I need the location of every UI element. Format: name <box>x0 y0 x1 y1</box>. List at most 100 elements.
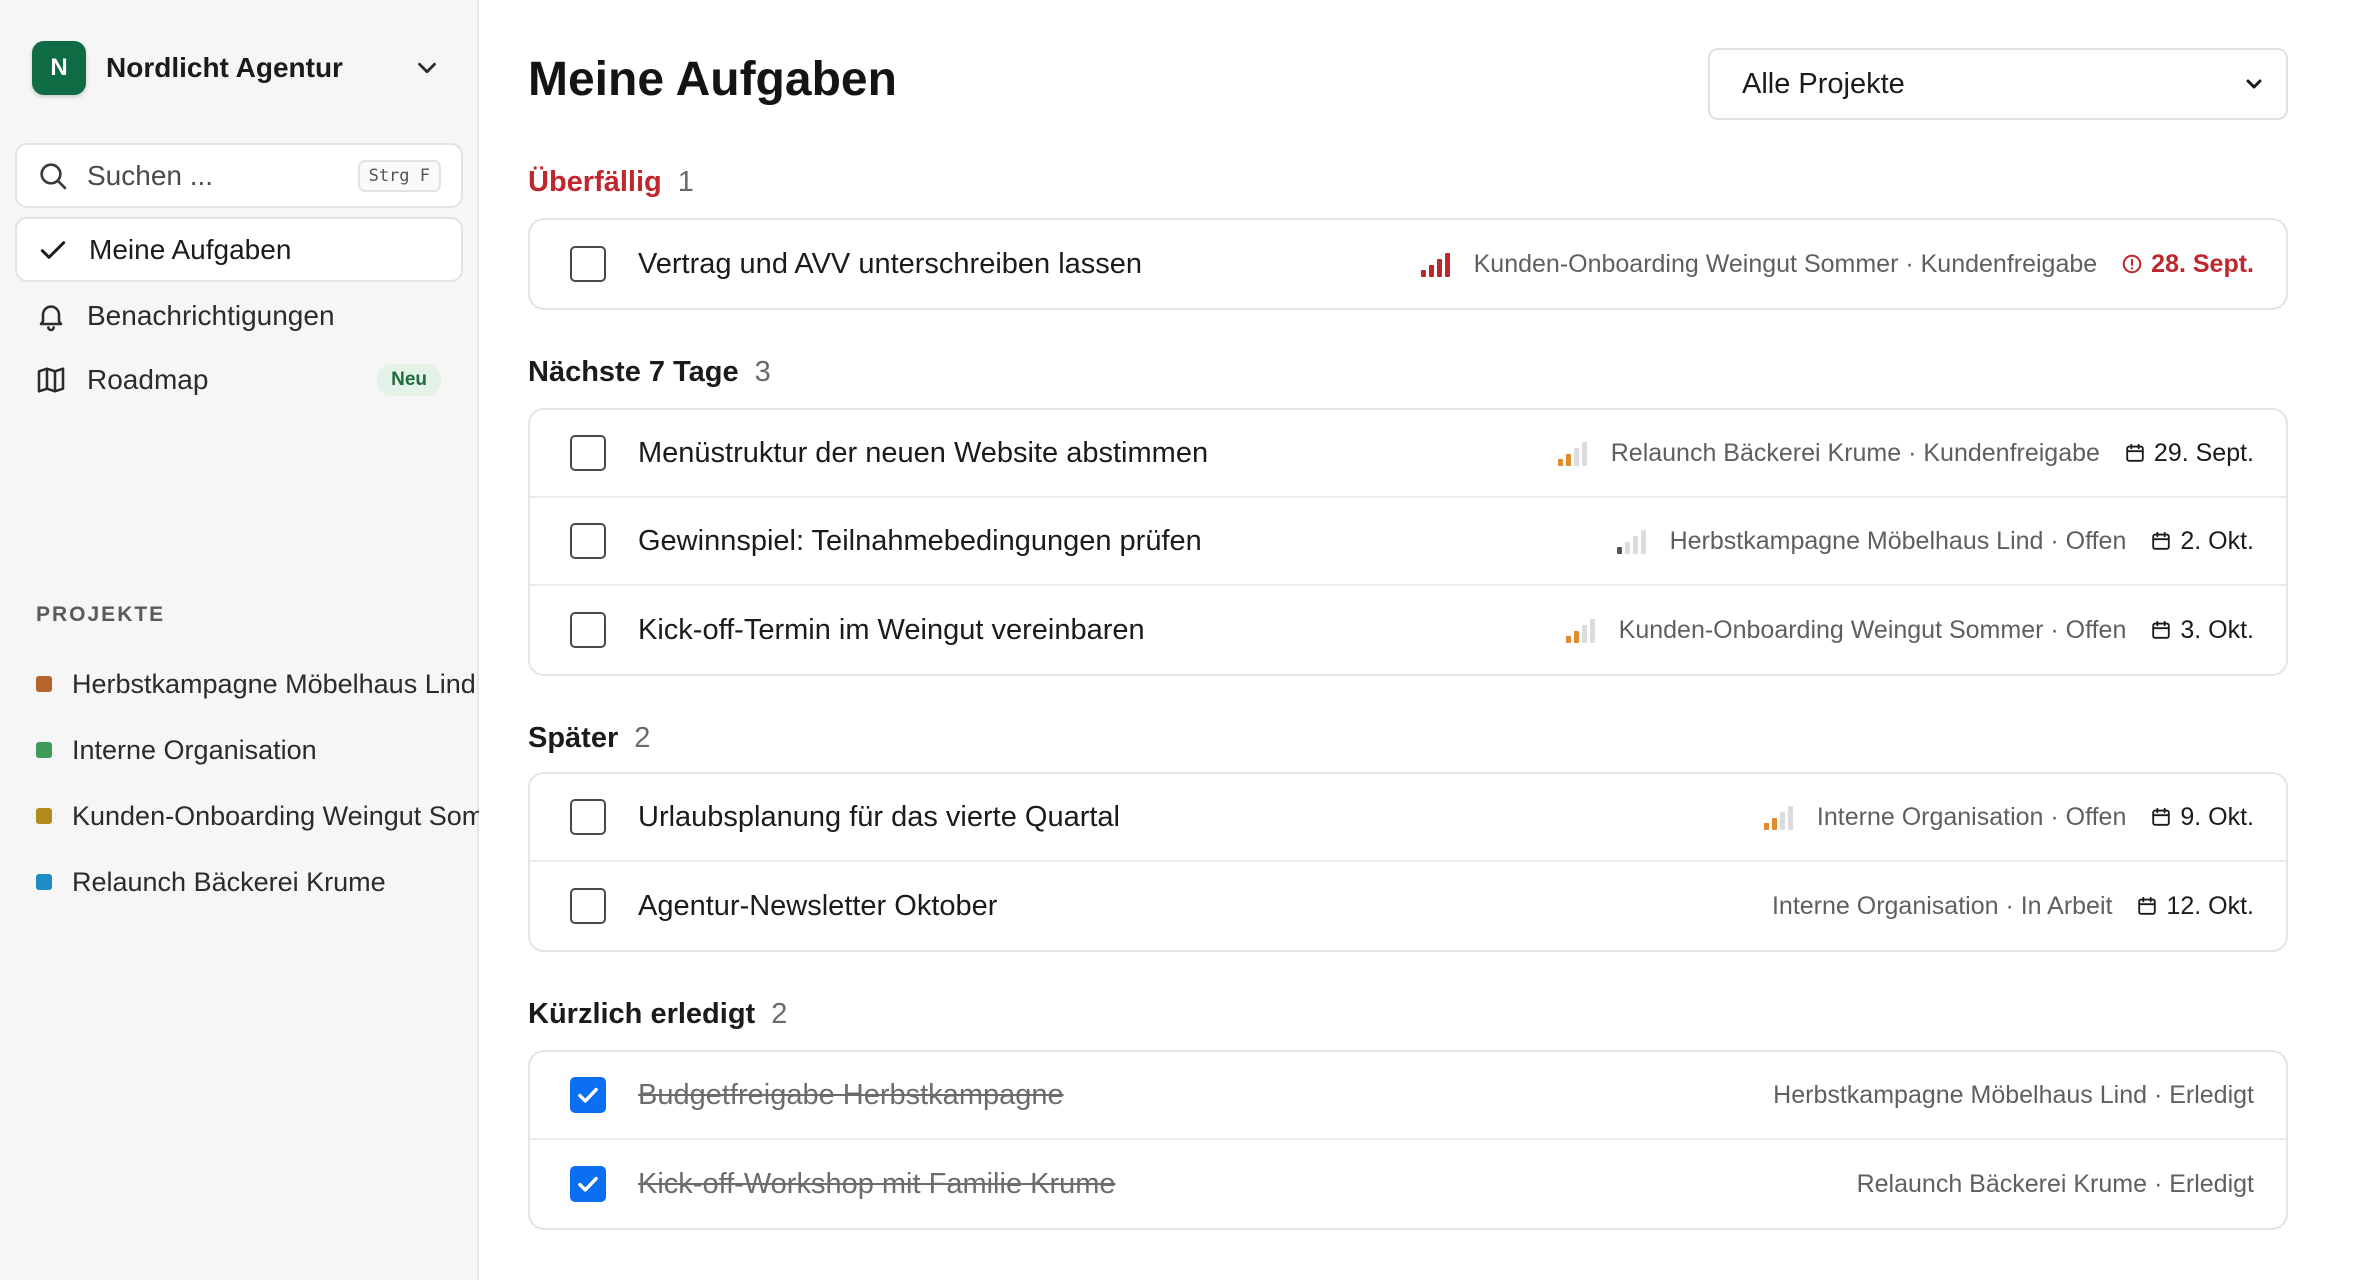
project-filter-value: Alle Projekte <box>1742 67 1905 100</box>
task-due-text: 2. Okt. <box>2180 526 2254 555</box>
check-icon <box>40 240 66 259</box>
sidebar: N Nordlicht Agentur Suchen ... Strg F Me… <box>0 0 479 1280</box>
task-row[interactable]: Kick-off-Workshop mit Familie Krume Rela… <box>530 1140 2286 1228</box>
task-due-date: 3. Okt. <box>2150 616 2254 645</box>
project-item[interactable]: Interne Organisation <box>36 728 479 772</box>
task-checkbox[interactable] <box>570 523 606 559</box>
alert-circle-icon <box>2122 254 2142 274</box>
task-row[interactable]: Agentur-Newsletter Oktober Interne Organ… <box>530 862 2286 950</box>
task-list-next-7-days: Menüstruktur der neuen Website abstimmen… <box>528 408 2288 676</box>
task-due-text: 12. Okt. <box>2166 891 2254 920</box>
priority-medium-icon <box>1557 442 1587 466</box>
task-due-date: 12. Okt. <box>2136 892 2254 921</box>
checkmark-icon <box>578 1087 598 1103</box>
group-count: 2 <box>634 722 651 754</box>
priority-urgent-icon <box>1420 253 1450 277</box>
task-project-status: Interne Organisation · Offen <box>1816 802 2127 831</box>
task-row[interactable]: Budgetfreigabe Herbstkampagne Herbstkamp… <box>530 1052 2286 1140</box>
task-checkbox-checked[interactable] <box>570 1166 606 1202</box>
group-header-recently-done: Kürzlich erledigt 2 <box>528 998 787 1031</box>
search-icon <box>40 162 67 189</box>
priority-low-icon <box>1616 530 1646 554</box>
group-header-overdue: Überfällig 1 <box>528 166 694 199</box>
task-project-status: Herbstkampagne Möbelhaus Lind · Offen <box>1669 526 2127 555</box>
nav-item-roadmap[interactable]: Roadmap Neu <box>15 347 463 412</box>
task-due-text: 9. Okt. <box>2180 802 2254 831</box>
group-count: 2 <box>771 998 788 1030</box>
nav-label: Meine Aufgaben <box>89 233 292 265</box>
task-checkbox[interactable] <box>570 888 606 924</box>
page-title: Meine Aufgaben <box>528 53 897 106</box>
task-checkbox[interactable] <box>570 246 606 282</box>
project-color-dot <box>36 676 52 692</box>
calendar-icon <box>2138 896 2157 915</box>
nav-item-my-tasks[interactable]: Meine Aufgaben <box>15 217 463 282</box>
nav-label: Benachrichtigungen <box>87 299 335 331</box>
checkmark-icon <box>578 1176 598 1192</box>
task-row[interactable]: Kick-off-Termin im Weingut vereinbaren K… <box>530 586 2286 674</box>
task-title: Urlaubsplanung für das vierte Quartal <box>638 800 1120 833</box>
project-name: Kunden-Onboarding Weingut Sommer <box>72 800 479 831</box>
task-due-text: 29. Sept. <box>2153 438 2254 467</box>
group-name: Später <box>528 722 619 754</box>
project-item[interactable]: Herbstkampagne Möbelhaus Lind <box>36 662 479 706</box>
workspace-avatar: N <box>32 41 86 95</box>
project-name: Herbstkampagne Möbelhaus Lind <box>72 668 476 699</box>
project-item[interactable]: Relaunch Bäckerei Krume <box>36 860 479 904</box>
project-item[interactable]: Kunden-Onboarding Weingut Sommer <box>36 794 479 838</box>
task-project-status: Kunden-Onboarding Weingut Sommer · Offen <box>1618 615 2127 644</box>
group-name: Kürzlich erledigt <box>528 998 756 1030</box>
chevron-down-icon[interactable] <box>412 53 442 83</box>
task-list-overdue: Vertrag und AVV unterschreiben lassen Ku… <box>528 218 2288 310</box>
nav-item-notifications[interactable]: Benachrichtigungen <box>15 283 463 348</box>
task-title: Vertrag und AVV unterschreiben lassen <box>638 247 1143 280</box>
group-count: 1 <box>677 166 694 198</box>
calendar-icon <box>2152 620 2171 639</box>
bell-icon <box>39 304 63 331</box>
priority-medium-icon <box>1565 619 1595 643</box>
task-due-date: 28. Sept. <box>2121 250 2254 279</box>
task-due-text: 3. Okt. <box>2180 615 2254 644</box>
task-project-status: Herbstkampagne Möbelhaus Lind · Erledigt <box>1773 1080 2254 1109</box>
task-checkbox-checked[interactable] <box>570 1077 606 1113</box>
task-due-date: 29. Sept. <box>2124 439 2254 468</box>
task-title: Budgetfreigabe Herbstkampagne <box>638 1078 1064 1111</box>
task-row[interactable]: Vertrag und AVV unterschreiben lassen Ku… <box>530 220 2286 308</box>
task-checkbox[interactable] <box>570 612 606 648</box>
group-header-later: Später 2 <box>528 722 650 755</box>
calendar-icon <box>2152 531 2171 550</box>
task-list-later: Urlaubsplanung für das vierte Quartal In… <box>528 772 2288 952</box>
project-name: Interne Organisation <box>72 734 317 765</box>
project-color-dot <box>36 742 52 758</box>
task-checkbox[interactable] <box>570 435 606 471</box>
group-name: Nächste 7 Tage <box>528 356 739 388</box>
task-due-date: 9. Okt. <box>2150 803 2254 832</box>
task-row[interactable]: Gewinnspiel: Teilnahmebedingungen prüfen… <box>530 498 2286 586</box>
group-count: 3 <box>754 356 771 388</box>
group-header-next-7-days: Nächste 7 Tage 3 <box>528 356 771 389</box>
task-title: Kick-off-Termin im Weingut vereinbaren <box>638 613 1145 646</box>
task-title: Kick-off-Workshop mit Familie Krume <box>638 1167 1116 1200</box>
task-row[interactable]: Urlaubsplanung für das vierte Quartal In… <box>530 774 2286 862</box>
search-input[interactable]: Suchen ... Strg F <box>15 143 463 208</box>
priority-medium-icon <box>1763 806 1793 830</box>
task-list-recently-done: Budgetfreigabe Herbstkampagne Herbstkamp… <box>528 1050 2288 1230</box>
task-checkbox[interactable] <box>570 799 606 835</box>
chevron-down-icon <box>2246 79 2262 89</box>
search-shortcut: Strg F <box>357 159 441 192</box>
workspace-switcher[interactable]: N Nordlicht Agentur <box>32 38 452 98</box>
group-name: Überfällig <box>528 166 662 198</box>
calendar-icon <box>2126 443 2144 462</box>
task-due-text: 28. Sept. <box>2151 249 2254 278</box>
task-title: Menüstruktur der neuen Website abstimmen <box>638 436 1209 469</box>
calendar-icon <box>2152 807 2171 826</box>
nav-label: Roadmap <box>87 363 209 395</box>
project-color-dot <box>36 808 52 824</box>
task-title: Gewinnspiel: Teilnahmebedingungen prüfen <box>638 524 1202 557</box>
workspace-name: Nordlicht Agentur <box>106 52 343 83</box>
task-due-date: 2. Okt. <box>2150 527 2254 556</box>
task-project-status: Relaunch Bäckerei Krume · Erledigt <box>1856 1169 2254 1198</box>
project-filter-select[interactable]: Alle Projekte <box>1708 48 2288 120</box>
projects-heading: PROJEKTE <box>36 603 166 626</box>
task-row[interactable]: Menüstruktur der neuen Website abstimmen… <box>530 410 2286 498</box>
